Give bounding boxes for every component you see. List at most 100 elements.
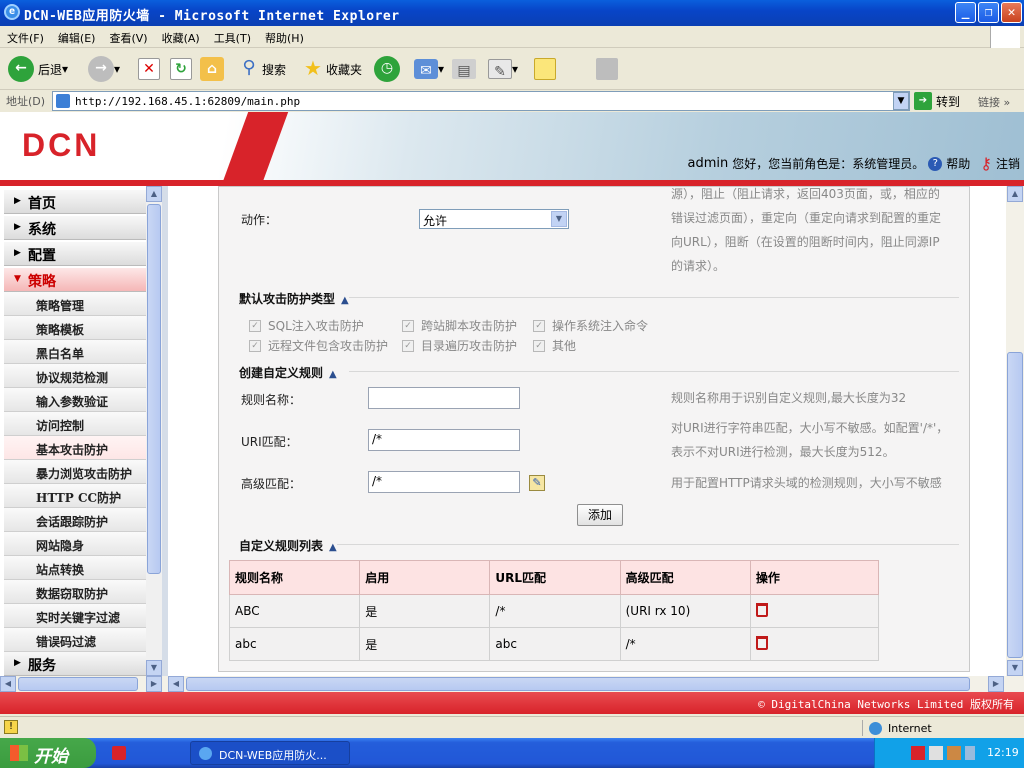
search-button[interactable]: ⚲ 搜索 bbox=[236, 54, 286, 84]
scroll-left-arrow-icon[interactable]: ◀ bbox=[0, 676, 16, 692]
scroll-up-arrow-icon[interactable]: ▲ bbox=[1007, 186, 1023, 202]
mail-button[interactable]: ✉ ▾ bbox=[414, 54, 444, 84]
start-button[interactable]: 开始 bbox=[0, 738, 96, 768]
scroll-left-arrow-icon[interactable]: ◀ bbox=[168, 676, 184, 692]
menu-edit[interactable]: 编辑(E) bbox=[51, 26, 103, 50]
sidebar-item-site-convert[interactable]: 站点转换 bbox=[4, 556, 146, 580]
sidebar-head-config[interactable]: ▶ 配置 bbox=[4, 242, 146, 266]
print-button[interactable]: ▤ bbox=[452, 54, 476, 84]
history-button[interactable]: ◷ bbox=[374, 54, 400, 84]
edit-button[interactable]: ✎ ▾ bbox=[488, 54, 518, 84]
delete-trash-icon[interactable] bbox=[755, 635, 768, 650]
checkbox-os-command[interactable]: ✓ 操作系统注入命令 bbox=[533, 317, 648, 334]
logout-link[interactable]: 注销 bbox=[996, 155, 1020, 172]
minimize-button[interactable]: _ bbox=[955, 2, 976, 23]
adv-match-input[interactable]: /* bbox=[368, 471, 520, 493]
sidebar-item-http-cc[interactable]: HTTP CC防护 bbox=[4, 484, 146, 508]
favorites-button[interactable]: ★ 收藏夹 bbox=[300, 54, 362, 84]
col-enabled: 启用 bbox=[359, 560, 491, 595]
sidebar-item-errcode-filter[interactable]: 错误码过滤 bbox=[4, 628, 146, 652]
help-link[interactable]: 帮助 bbox=[946, 155, 970, 172]
sidebar-item-site-hide[interactable]: 网站隐身 bbox=[4, 532, 146, 556]
rule-name-cell: ABC bbox=[228, 594, 361, 628]
sidebar-item-protocol-check[interactable]: 协议规范检测 bbox=[4, 364, 146, 388]
sidebar-item-policy-template[interactable]: 策略模板 bbox=[4, 316, 146, 340]
header-swoosh-decoration bbox=[204, 112, 296, 186]
maximize-button[interactable]: ❐ bbox=[978, 2, 999, 23]
sidebar-head-policy[interactable]: ▼ 策略 bbox=[4, 268, 146, 292]
sidebar-item-brute-browse[interactable]: 暴力浏览攻击防护 bbox=[4, 460, 146, 484]
edit-note-icon[interactable]: ✎ bbox=[529, 475, 545, 491]
stop-button[interactable]: ✕ bbox=[138, 54, 160, 84]
menu-help[interactable]: 帮助(H) bbox=[258, 26, 311, 50]
delete-trash-icon[interactable] bbox=[755, 602, 768, 617]
content-vertical-scrollbar[interactable]: ▲ ▼ bbox=[1006, 186, 1024, 676]
sidebar-item-keyword-filter[interactable]: 实时关键字过滤 bbox=[4, 604, 146, 628]
scroll-down-arrow-icon[interactable]: ▼ bbox=[1007, 660, 1023, 676]
address-bar: 地址(D) http://192.168.45.1:62809/main.php… bbox=[0, 90, 1024, 112]
uri-match-label: URI匹配： bbox=[241, 435, 298, 449]
sidebar-head-home[interactable]: ▶ 首页 bbox=[4, 190, 146, 214]
sidebar-item-session-track[interactable]: 会话跟踪防护 bbox=[4, 508, 146, 532]
sidebar-item-policy-manage[interactable]: 策略管理 bbox=[4, 292, 146, 316]
sidebar-item-access-control[interactable]: 访问控制 bbox=[4, 412, 146, 436]
checkbox-other[interactable]: ✓ 其他 bbox=[533, 337, 576, 354]
content-scroll-thumb[interactable] bbox=[1007, 352, 1023, 658]
windows-flag-icon bbox=[10, 745, 28, 761]
section-divider bbox=[349, 371, 959, 372]
content-hscroll-thumb[interactable] bbox=[186, 677, 970, 691]
scroll-up-arrow-icon[interactable]: ▲ bbox=[146, 186, 162, 202]
stop-icon: ✕ bbox=[138, 58, 160, 80]
checkbox-icon: ✓ bbox=[533, 339, 545, 352]
menu-view[interactable]: 查看(V) bbox=[102, 26, 154, 50]
messenger-button[interactable] bbox=[596, 54, 618, 84]
sidebar-scrollbar[interactable]: ▲ ▼ bbox=[146, 186, 162, 676]
horizontal-scrollbar[interactable]: ◀ ▶ ◀ ▶ bbox=[0, 676, 1024, 692]
scroll-right-arrow-icon[interactable]: ▶ bbox=[988, 676, 1004, 692]
address-input[interactable]: http://192.168.45.1:62809/main.php bbox=[52, 91, 910, 111]
checkbox-remote-file[interactable]: ✓ 远程文件包含攻击防护 bbox=[249, 337, 388, 354]
sidebar: ▶ 首页 ▶ 系统 ▶ 配置 ▼ 策略 策略管理 策略模板 黑白名单 协议规范检测 输入… bbox=[0, 186, 162, 676]
address-dropdown-button[interactable]: ▼ bbox=[893, 92, 909, 110]
action-select[interactable]: 允许 ▼ bbox=[419, 209, 569, 229]
taskbar-ie-window[interactable]: DCN-WEB应用防火... bbox=[190, 741, 350, 765]
back-button[interactable]: ← 后退 ▾ bbox=[8, 54, 68, 84]
sidebar-head-system[interactable]: ▶ 系统 bbox=[4, 216, 146, 240]
menu-favorites[interactable]: 收藏(A) bbox=[155, 26, 207, 50]
refresh-button[interactable]: ↻ bbox=[170, 54, 192, 84]
menu-tools[interactable]: 工具(T) bbox=[207, 26, 258, 50]
rule-name-input[interactable] bbox=[368, 387, 520, 409]
tray-icons[interactable] bbox=[911, 746, 975, 760]
checkbox-sql-injection[interactable]: ✓ SQL注入攻击防护 bbox=[249, 317, 364, 334]
discuss-button[interactable] bbox=[534, 54, 556, 84]
rule-list-heading[interactable]: 自定义规则列表 ▲ bbox=[239, 537, 337, 554]
home-button[interactable]: ⌂ bbox=[200, 54, 224, 84]
go-button[interactable]: ➔ 转到 bbox=[914, 92, 960, 110]
logout-key-icon: ⚷ bbox=[980, 154, 992, 173]
forward-button[interactable]: → ▾ bbox=[88, 54, 120, 84]
note-icon bbox=[534, 58, 556, 80]
scroll-right-arrow-icon[interactable]: ▶ bbox=[146, 676, 162, 692]
menu-file[interactable]: 文件(F) bbox=[0, 26, 51, 50]
quicklaunch-icon[interactable] bbox=[112, 746, 126, 760]
scroll-down-arrow-icon[interactable]: ▼ bbox=[146, 660, 162, 676]
sidebar-item-basic-attack[interactable]: 基本攻击防护 bbox=[4, 436, 146, 460]
checkbox-icon: ✓ bbox=[249, 319, 261, 332]
sidebar-item-input-validation[interactable]: 输入参数验证 bbox=[4, 388, 146, 412]
checkbox-dir-traversal[interactable]: ✓ 目录遍历攻击防护 bbox=[402, 337, 517, 354]
sidebar-item-data-theft[interactable]: 数据窃取防护 bbox=[4, 580, 146, 604]
sidebar-item-blackwhite-list[interactable]: 黑白名单 bbox=[4, 340, 146, 364]
attack-types-heading[interactable]: 默认攻击防护类型 ▲ bbox=[239, 290, 349, 307]
close-button[interactable]: ✕ bbox=[1001, 2, 1022, 23]
collapse-icon: ▲ bbox=[329, 542, 337, 553]
security-zone: Internet bbox=[862, 720, 932, 736]
uri-match-input[interactable]: /* bbox=[368, 429, 520, 451]
checkbox-xss[interactable]: ✓ 跨站脚本攻击防护 bbox=[402, 317, 517, 334]
actions-cell bbox=[749, 627, 880, 661]
sidebar-scroll-thumb[interactable] bbox=[147, 204, 161, 574]
links-button[interactable]: 链接 » bbox=[978, 94, 1010, 110]
sidebar-head-service[interactable]: ▶ 服务 bbox=[4, 652, 146, 676]
add-rule-button[interactable]: 添加 bbox=[577, 504, 623, 526]
custom-rule-heading[interactable]: 创建自定义规则 ▲ bbox=[239, 364, 337, 381]
sidebar-hscroll-thumb[interactable] bbox=[18, 677, 138, 691]
